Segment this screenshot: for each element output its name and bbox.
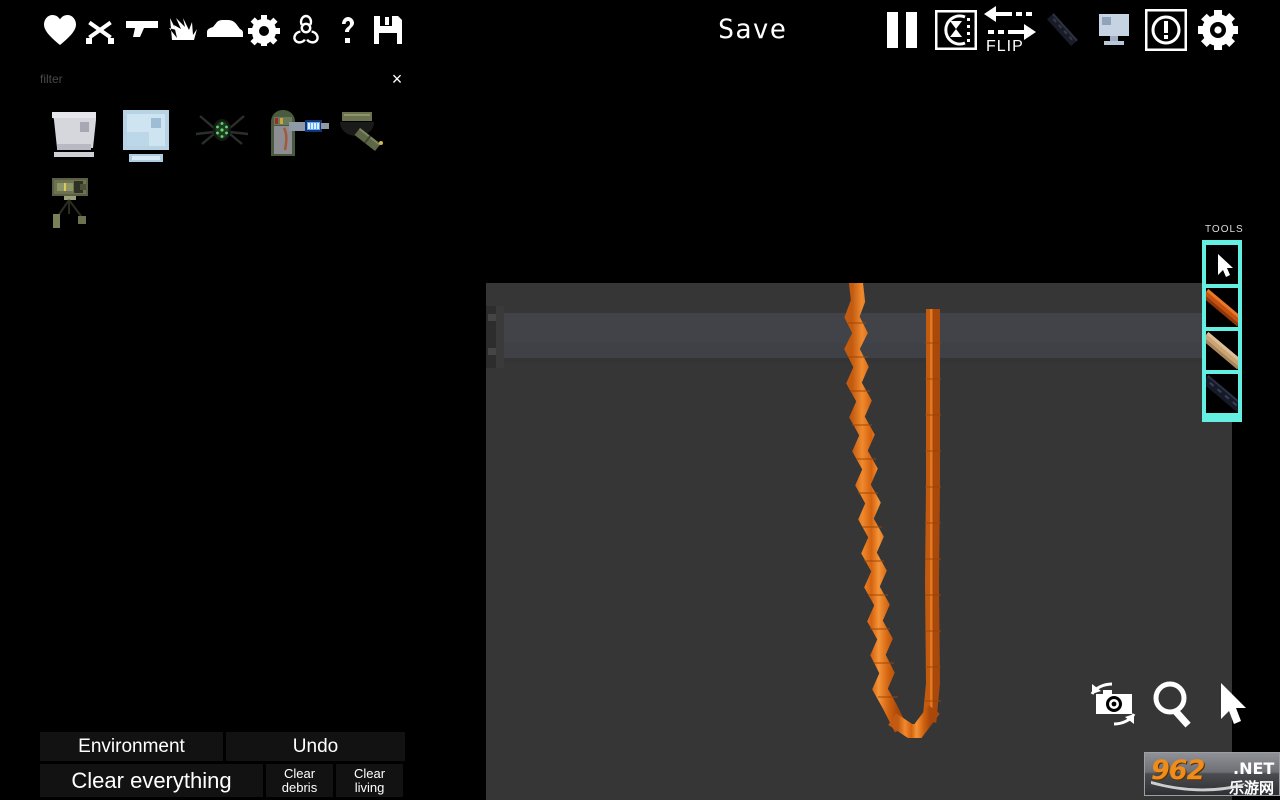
undo-button[interactable]: Undo <box>226 732 405 761</box>
top-toolbar: Save FLIP <box>0 0 1280 60</box>
editor-root: Save FLIP filter × Environment Undo Clea… <box>0 0 1280 800</box>
clear-living-button[interactable]: Clear living <box>336 764 403 797</box>
pause-button[interactable] <box>880 8 924 52</box>
palette-filter-row: × <box>40 66 405 92</box>
gear-icon[interactable] <box>242 8 286 52</box>
question-icon[interactable] <box>326 8 370 52</box>
close-icon[interactable]: × <box>388 70 406 88</box>
palette-item-laser-emitter[interactable] <box>259 100 332 170</box>
physics-button[interactable] <box>934 8 978 52</box>
heart-icon[interactable] <box>38 8 82 52</box>
tool-wood-beam[interactable] <box>1206 331 1238 370</box>
clear-debris-button[interactable]: Clear debris <box>266 764 333 797</box>
tool-dark-beam[interactable] <box>1206 374 1238 413</box>
palette-item-tripod-turret[interactable] <box>40 170 113 240</box>
palette-item-monitor-blue[interactable] <box>113 100 186 170</box>
tool-select-cursor[interactable] <box>1206 245 1238 284</box>
rope-wavy <box>844 283 908 733</box>
palette-item-monitor-white[interactable] <box>40 100 113 170</box>
clear-living-line2: living <box>354 779 385 795</box>
biohazard-icon[interactable] <box>284 8 328 52</box>
save-button[interactable]: Save <box>718 14 787 45</box>
screen-button[interactable] <box>1092 8 1136 52</box>
clear-living-line1: Clear <box>353 765 386 781</box>
filter-input[interactable] <box>40 66 370 92</box>
vehicle-icon[interactable] <box>202 8 246 52</box>
flip-label: FLIP <box>986 38 1024 55</box>
palette-grid <box>40 100 405 240</box>
watermark-net: .NET <box>1233 759 1275 778</box>
zoom-icon[interactable] <box>1150 678 1198 730</box>
clear-everything-button[interactable]: Clear everything <box>40 764 263 797</box>
recenter-camera-icon[interactable] <box>1086 678 1140 730</box>
weapons-icon[interactable] <box>78 8 122 52</box>
cursor-icon[interactable] <box>1216 680 1250 730</box>
floppy-icon[interactable] <box>366 8 410 52</box>
environment-panel: Environment Undo Clear everything Clear … <box>40 732 405 798</box>
explosion-icon[interactable] <box>160 8 204 52</box>
watermark: 962 .NET 乐游网 <box>1144 752 1280 796</box>
tool-rust-beam[interactable] <box>1206 288 1238 327</box>
tools-label: TOOLS <box>1205 224 1244 235</box>
tools-panel <box>1202 240 1242 422</box>
clear-debris-line1: Clear <box>283 765 316 781</box>
watermark-swoosh <box>1151 781 1245 792</box>
clear-debris-line2: debris <box>281 779 318 795</box>
warning-button[interactable] <box>1144 8 1188 52</box>
palette-item-spider-drone[interactable] <box>186 100 259 170</box>
item-palette: × <box>40 66 405 246</box>
clear-row: Clear everything Clear debris Clear livi… <box>40 764 405 797</box>
palette-item-camera[interactable] <box>332 100 405 170</box>
gun-icon[interactable] <box>120 8 164 52</box>
environment-button[interactable]: Environment <box>40 732 223 761</box>
rope-straight <box>922 309 941 723</box>
settings-button[interactable] <box>1196 8 1240 52</box>
environment-row: Environment Undo <box>40 732 405 761</box>
beam-button[interactable] <box>1040 8 1084 52</box>
